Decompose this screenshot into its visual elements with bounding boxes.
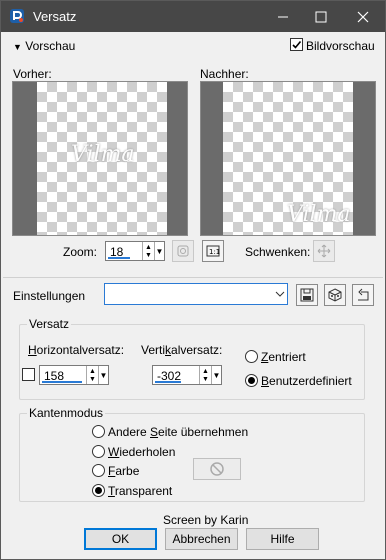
reset-icon (358, 288, 369, 301)
zoom-dropdown-arrow[interactable]: ▼ (154, 242, 164, 260)
cancel-button[interactable]: Abbrechen (165, 528, 238, 550)
link-offsets-checkbox[interactable] (22, 368, 35, 381)
zoom-input[interactable]: 18 ▲ ▼ ▼ (105, 241, 165, 261)
spin-down-icon[interactable]: ▼ (145, 252, 152, 259)
color-swatch-button[interactable] (193, 458, 241, 480)
edge-option-other-side-radio[interactable] (92, 425, 105, 438)
window-title: Versatz (33, 9, 77, 24)
edge-option-transparent-radio[interactable] (92, 484, 105, 497)
title-bar[interactable]: Versatz (1, 1, 385, 32)
chevron-down-icon[interactable] (275, 284, 285, 304)
centered-radio[interactable] (245, 350, 258, 363)
dialog-window: Versatz ▼ Vorschau Bildvorschau Vorher: … (0, 0, 386, 560)
centered-label: Zentriert (261, 350, 306, 364)
horizontal-dropdown-arrow[interactable]: ▼ (98, 366, 108, 384)
horizontal-offset-label: Horizontalversatz: (28, 343, 125, 357)
svg-text:1:1: 1:1 (209, 248, 220, 256)
spin-up-icon[interactable]: ▲ (89, 368, 96, 375)
random-button[interactable] (324, 284, 346, 306)
edge-mode-group-title: Kantenmodus (27, 406, 106, 420)
zoom-spinner[interactable]: ▲ ▼ (142, 242, 154, 260)
zoom-fit-button[interactable] (172, 240, 194, 262)
edge-option-other-side-label: Andere Seite übernehmen (108, 425, 249, 439)
app-icon (9, 8, 25, 24)
spin-up-icon[interactable]: ▲ (202, 368, 209, 375)
horizontal-focus-bar (42, 381, 82, 383)
spin-down-icon[interactable]: ▼ (202, 376, 209, 383)
reset-button[interactable] (352, 284, 374, 306)
pan-label: Schwenken: (245, 245, 311, 259)
credit-text: Screen by Karin (163, 513, 249, 527)
pan-button[interactable] (313, 240, 335, 262)
after-preview[interactable]: Vilma (200, 81, 376, 236)
edge-option-transparent-label: Transparent (108, 484, 173, 498)
chevron-down-icon: ▼ (13, 42, 22, 52)
minimize-button[interactable] (263, 1, 303, 32)
dice-icon (328, 288, 342, 302)
help-button[interactable]: Hilfe (246, 528, 319, 550)
custom-radio[interactable] (245, 374, 258, 387)
move-icon (317, 244, 331, 258)
image-preview-label: Bildvorschau (306, 39, 375, 53)
after-watermark: Vilma (287, 202, 351, 227)
after-label: Nachher: (200, 67, 249, 81)
close-button[interactable] (343, 1, 383, 32)
settings-label: Einstellungen (13, 289, 86, 303)
zoom-focus-bar (108, 257, 130, 259)
checkmark-icon (292, 40, 302, 49)
vertical-dropdown-arrow[interactable]: ▼ (211, 366, 221, 384)
zoom-actual-size-button[interactable]: 1:1 (202, 240, 224, 262)
edge-option-repeat-label: Wiederholen (108, 445, 176, 459)
save-preset-button[interactable] (296, 284, 318, 306)
preview-toggle[interactable]: ▼ Vorschau (13, 39, 75, 53)
vertical-offset-label: Vertikalversatz: (141, 343, 223, 357)
edge-option-color-label: Farbe (108, 464, 140, 478)
offset-group-title: Versatz (27, 317, 72, 331)
before-preview[interactable]: Vilma (12, 81, 188, 236)
zoom-label: Zoom: (63, 245, 98, 259)
close-icon (357, 11, 369, 22)
edge-option-color-radio[interactable] (92, 464, 105, 477)
spin-up-icon[interactable]: ▲ (145, 244, 152, 251)
image-preview-checkbox[interactable] (290, 38, 303, 51)
before-label: Vorher: (13, 67, 52, 81)
settings-dropdown[interactable] (104, 283, 288, 305)
save-icon (300, 288, 314, 302)
horizontal-offset-input[interactable]: 158 ▲ ▼ ▼ (39, 365, 109, 385)
custom-label: Benutzerdefiniert (261, 374, 352, 388)
vertical-focus-bar (155, 381, 181, 383)
no-color-icon (210, 462, 224, 476)
edge-option-repeat-radio[interactable] (92, 445, 105, 458)
separator (3, 277, 383, 278)
before-watermark: Vilma (71, 142, 135, 167)
maximize-button[interactable] (301, 1, 341, 32)
zoom-fit-icon (177, 245, 189, 257)
spin-down-icon[interactable]: ▼ (89, 376, 96, 383)
offset-group (19, 324, 365, 400)
vertical-spinner[interactable]: ▲ ▼ (199, 366, 211, 384)
actual-size-icon: 1:1 (206, 245, 220, 257)
horizontal-spinner[interactable]: ▲ ▼ (86, 366, 98, 384)
ok-button[interactable]: OK (84, 528, 157, 550)
vertical-offset-input[interactable]: -302 ▲ ▼ ▼ (152, 365, 222, 385)
preview-toggle-label: Vorschau (25, 39, 76, 53)
